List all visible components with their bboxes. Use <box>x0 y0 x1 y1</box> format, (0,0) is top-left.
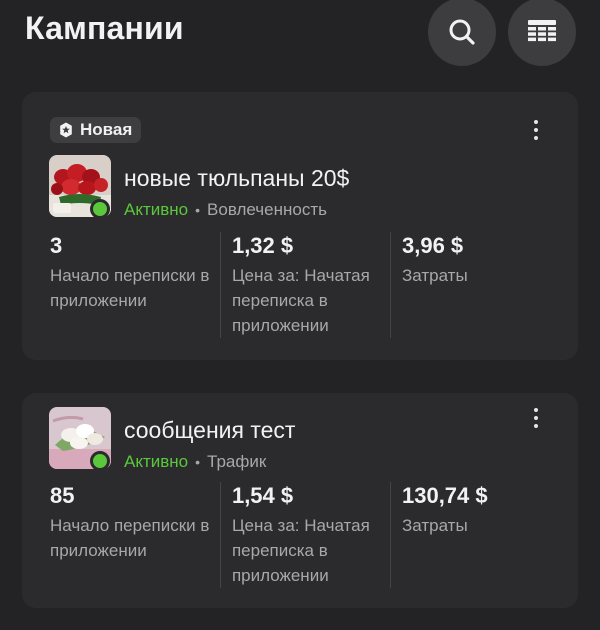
objective-text: Вовлеченность <box>207 200 327 219</box>
metric-value: 3 <box>50 233 63 258</box>
metric-value: 1,54 $ <box>231 483 294 508</box>
more-options-icon[interactable] <box>526 404 546 432</box>
metric-value: 3,96 $ <box>401 233 464 258</box>
campaign-card[interactable]: сообщения тест Активно • Трафик 85 Начал… <box>22 393 578 608</box>
status-text: Активно <box>124 200 189 219</box>
metric-label: Затраты <box>401 516 468 535</box>
search-button[interactable] <box>428 0 496 66</box>
objective-text: Трафик <box>207 452 267 471</box>
meta-separator: • <box>195 202 201 218</box>
meta-separator: • <box>195 454 201 470</box>
metric-label: Цена за: Начатая переписка в приложении <box>231 516 370 585</box>
metric-label: Затраты <box>401 266 468 285</box>
metrics-row: 3 Начало переписки в приложении 1,32 $ Ц… <box>50 232 560 338</box>
metric-value: 1,32 $ <box>231 233 294 258</box>
page-title: Кампании <box>25 10 184 46</box>
metric-cost-per-result: 1,54 $ Цена за: Начатая переписка в прил… <box>219 482 390 588</box>
campaign-name[interactable]: сообщения тест <box>124 417 295 444</box>
more-options-icon[interactable] <box>526 116 546 144</box>
campaigns-screen: Кампании Новая новые тюльпаны 20$ Активн… <box>0 0 600 630</box>
metric-value: 85 <box>50 483 75 508</box>
search-icon <box>449 19 475 45</box>
active-status-dot <box>90 199 110 219</box>
status-text: Активно <box>124 452 189 471</box>
metric-label: Цена за: Начатая переписка в приложении <box>231 266 370 335</box>
campaign-name[interactable]: новые тюльпаны 20$ <box>124 165 349 192</box>
active-status-dot <box>90 451 110 471</box>
metric-results: 3 Начало переписки в приложении <box>50 232 220 338</box>
metric-results: 85 Начало переписки в приложении <box>50 482 220 588</box>
metric-spend: 3,96 $ Затраты <box>389 232 560 338</box>
metric-label: Начало переписки в приложении <box>50 266 210 310</box>
campaign-card[interactable]: Новая новые тюльпаны 20$ Активно • Вовле… <box>22 92 578 360</box>
badge-label: Новая <box>80 120 133 139</box>
metrics-row: 85 Начало переписки в приложении 1,54 $ … <box>50 482 560 588</box>
metric-label: Начало переписки в приложении <box>50 516 210 560</box>
table-columns-icon <box>528 20 556 42</box>
campaign-meta: Активно • Вовлеченность <box>124 200 327 220</box>
metric-value: 130,74 $ <box>401 483 488 508</box>
campaign-meta: Активно • Трафик <box>124 452 266 472</box>
metric-spend: 130,74 $ Затраты <box>389 482 560 588</box>
star-badge-icon <box>60 122 72 138</box>
table-view-button[interactable] <box>508 0 576 66</box>
new-badge: Новая <box>50 117 142 143</box>
metric-cost-per-result: 1,32 $ Цена за: Начатая переписка в прил… <box>219 232 390 338</box>
